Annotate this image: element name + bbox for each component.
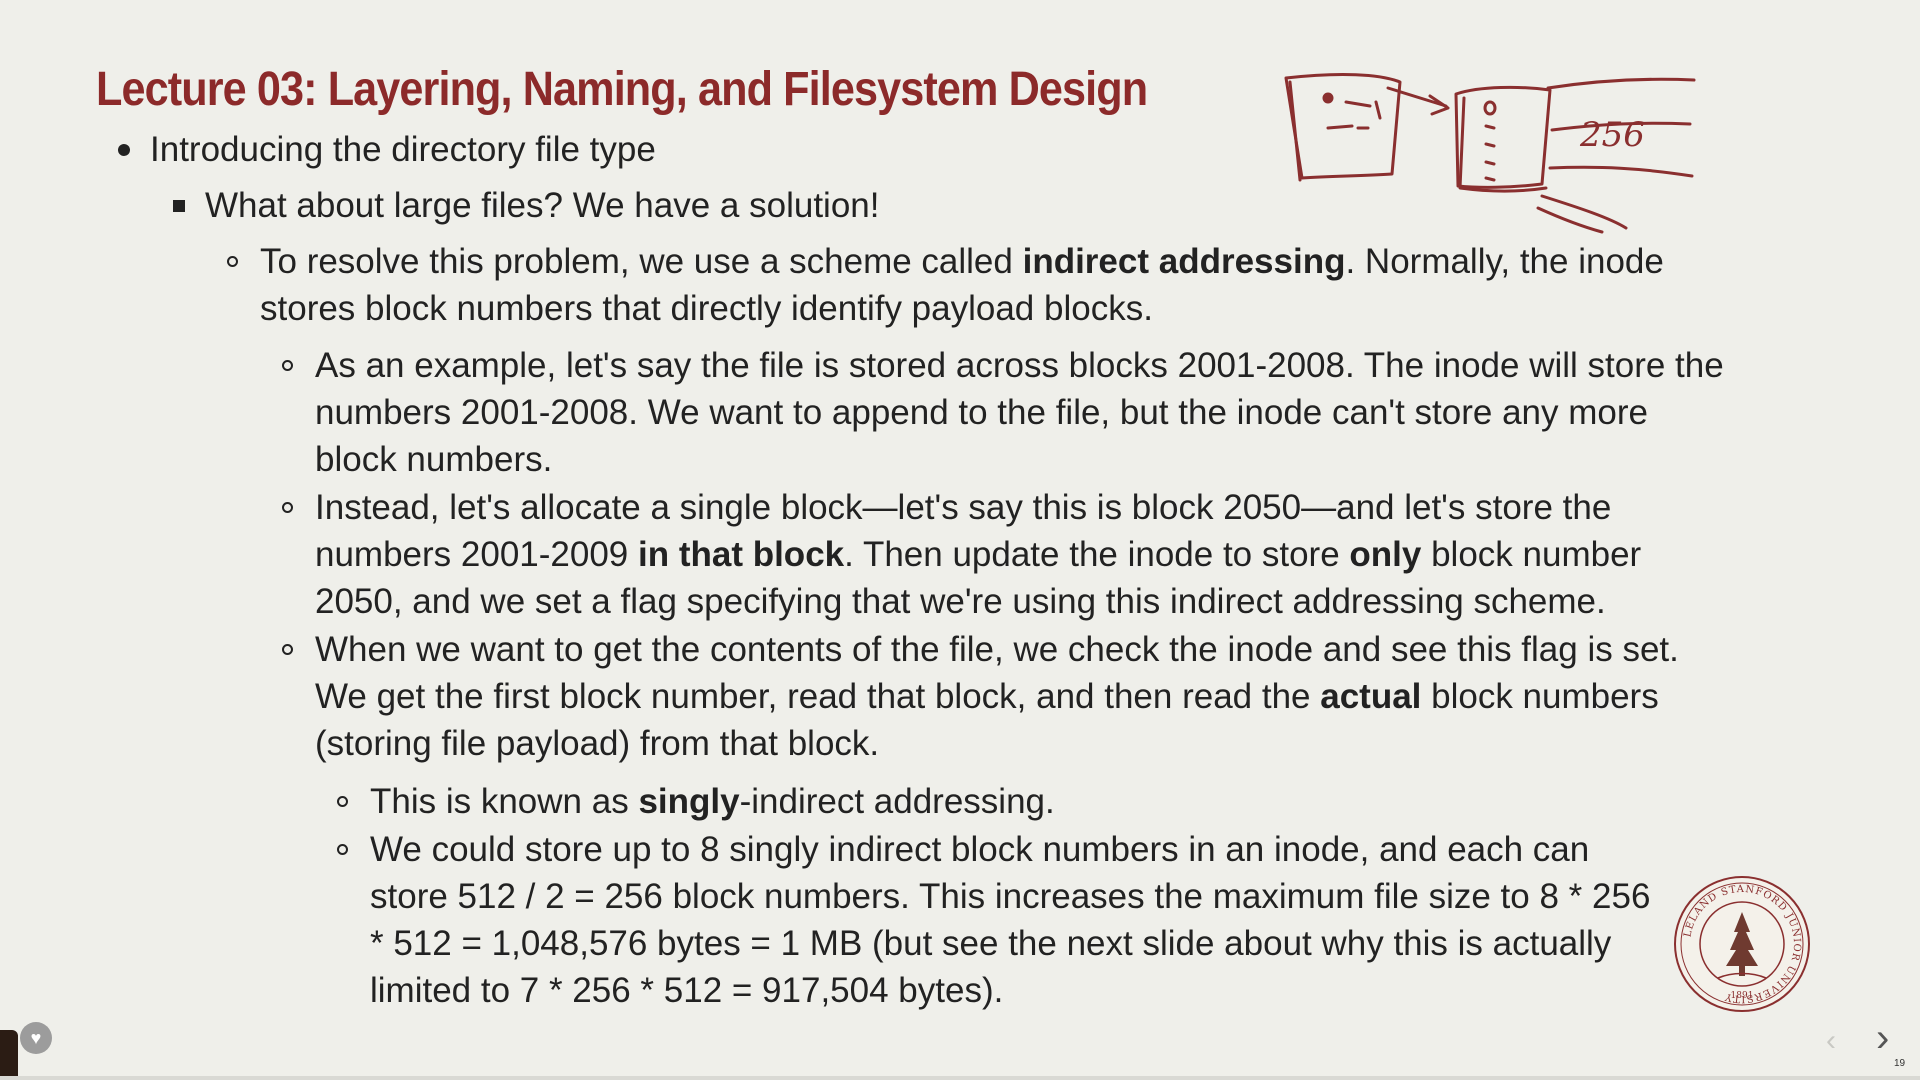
university-seal-logo: LELAND STANFORD JUNIOR UNIVERSITY 1891 xyxy=(1674,876,1810,1012)
slide-title: Lecture 03: Layering, Naming, and Filesy… xyxy=(96,63,1148,116)
emphasis-text: indirect addressing xyxy=(1022,242,1346,281)
bullet-item-max-size: We could store up to 8 singly indirect b… xyxy=(337,826,1670,1014)
bullet-item-contents: When we want to get the contents of the … xyxy=(282,626,1735,767)
circle-bullet-icon xyxy=(282,502,293,513)
bullet-item-allocate: Instead, let's allocate a single block—l… xyxy=(282,484,1735,625)
emphasis-text: in that block xyxy=(638,535,845,574)
disc-bullet-icon xyxy=(118,144,130,156)
bullet-item-indirect-addressing: To resolve this problem, we use a scheme… xyxy=(227,238,1680,332)
bullet-item-singly: This is known as singly-indirect address… xyxy=(337,778,1670,825)
circle-bullet-icon xyxy=(282,360,293,371)
bullet-item-l2: What about large files? We have a soluti… xyxy=(173,182,1705,229)
circle-bullet-icon xyxy=(282,644,293,655)
emphasis-text: actual xyxy=(1320,677,1422,716)
emphasis-text: only xyxy=(1349,535,1422,574)
bullet-text: Introducing the directory file type xyxy=(150,130,656,169)
chevron-right-icon[interactable]: › xyxy=(1876,1016,1889,1061)
bullet-item-l1: Introducing the directory file type xyxy=(118,126,1650,173)
bullet-text: What about large files? We have a soluti… xyxy=(205,186,880,225)
chevron-left-icon[interactable]: ‹ xyxy=(1826,1024,1836,1058)
bottom-divider xyxy=(0,1076,1920,1080)
page-number: 19 xyxy=(1894,1058,1906,1069)
circle-bullet-icon xyxy=(227,256,238,267)
square-bullet-icon xyxy=(173,200,185,212)
circle-bullet-icon xyxy=(337,844,348,855)
sidebar-strip xyxy=(0,1030,18,1080)
circle-bullet-icon xyxy=(337,796,348,807)
bullet-item-example: As an example, let's say the file is sto… xyxy=(282,342,1735,483)
emphasis-text: singly xyxy=(638,782,740,821)
svg-text:1891: 1891 xyxy=(1731,991,1754,1001)
heart-icon[interactable]: ♥ xyxy=(20,1022,52,1054)
